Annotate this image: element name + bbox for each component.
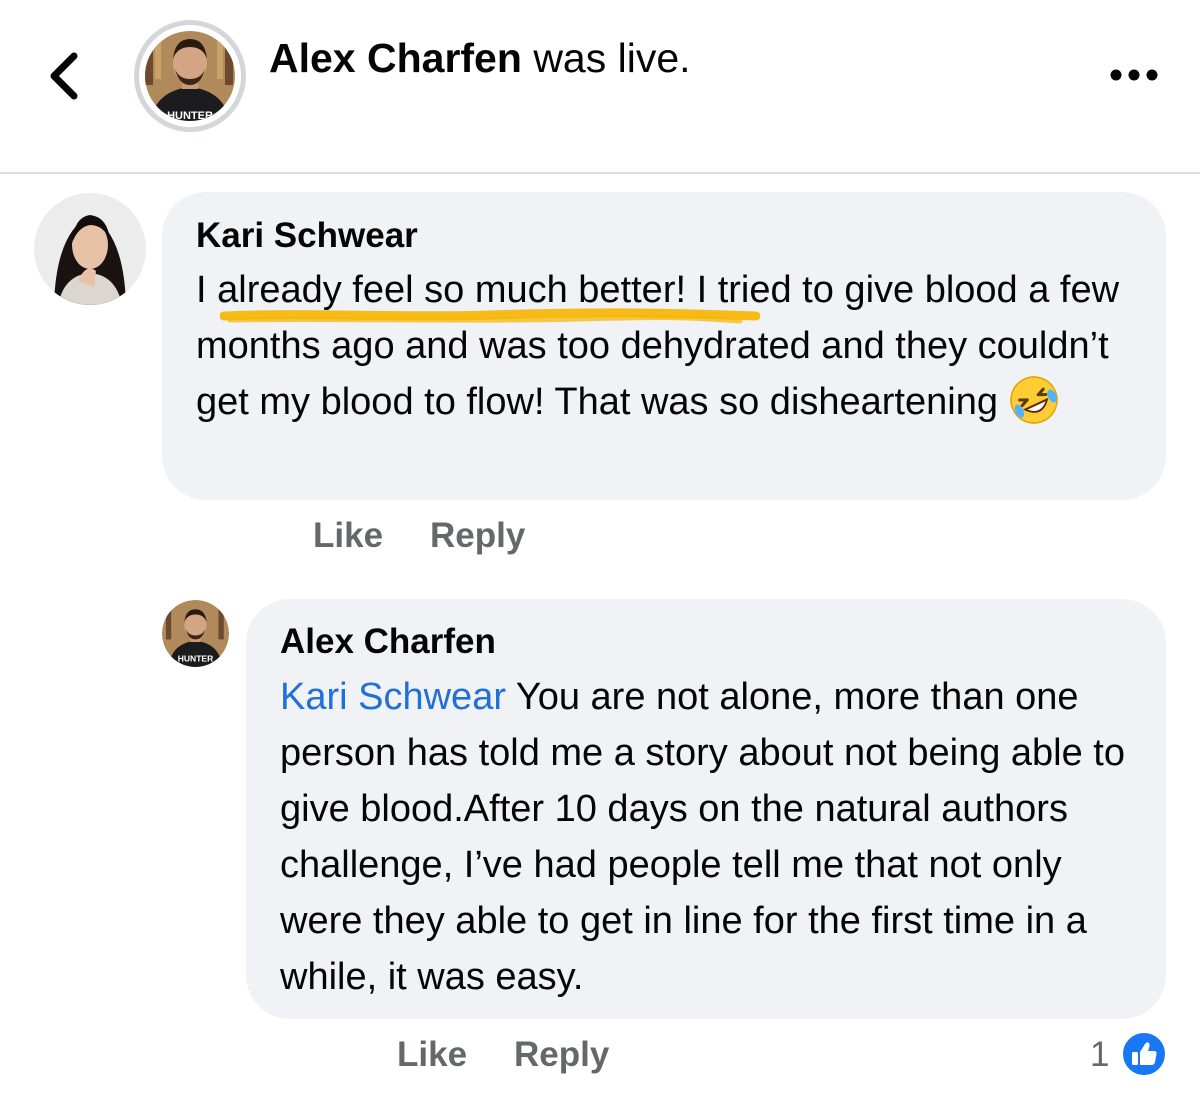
shirt-text: HUNTER <box>167 110 213 122</box>
reply-author-avatar[interactable]: HUNTER <box>162 600 229 667</box>
comment-text: I already feel so much better! I tried t… <box>196 262 1146 430</box>
reply-body: You are not alone, more than one person … <box>280 676 1125 998</box>
comment-body: I already feel so much better! I tried t… <box>196 269 1120 423</box>
mention-link[interactable]: Kari Schwear <box>280 676 506 718</box>
reaction-count[interactable]: 1 <box>1090 1033 1109 1077</box>
shirt-text: HUNTER <box>178 654 213 664</box>
reaction-badge[interactable] <box>1120 1030 1168 1078</box>
comment-author[interactable]: Kari Schwear <box>196 214 418 258</box>
back-button[interactable] <box>40 48 92 104</box>
post-title: Alex Charfen was live. <box>269 32 691 84</box>
reply-text: Kari Schwear You are not alone, more tha… <box>280 669 1150 1005</box>
commenter-avatar[interactable] <box>34 193 146 305</box>
more-horizontal-icon <box>1110 69 1158 81</box>
reply-like-button[interactable]: Like <box>397 1033 467 1077</box>
rolling-on-the-floor-laughing-emoji <box>1010 376 1058 424</box>
author-avatar[interactable]: HUNTER <box>134 20 246 132</box>
thumbs-up-icon <box>1132 1042 1157 1065</box>
title-suffix: was live. <box>521 35 691 81</box>
like-button[interactable]: Like <box>313 514 383 558</box>
more-options-button[interactable] <box>1108 64 1160 86</box>
chevron-left-icon <box>50 52 78 100</box>
reply-author[interactable]: Alex Charfen <box>280 620 496 664</box>
reply-reply-button[interactable]: Reply <box>514 1033 609 1077</box>
author-name-link[interactable]: Alex Charfen <box>269 35 522 81</box>
reply-button[interactable]: Reply <box>430 514 525 558</box>
